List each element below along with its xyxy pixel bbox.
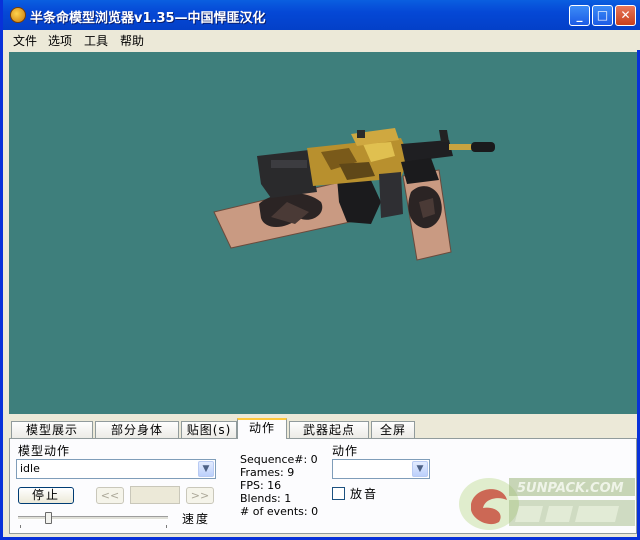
slider-tick (20, 525, 21, 528)
stat-fps: FPS: 16 (240, 479, 282, 492)
app-window: 半条命模型浏览器v1.35—中国悍匪汉化 _ □ ✕ 文件 选项 工具 帮助 模… (0, 0, 640, 540)
stop-button[interactable]: 停止 (18, 487, 74, 504)
menu-tools[interactable]: 工具 (84, 32, 108, 49)
window-title: 半条命模型浏览器v1.35—中国悍匪汉化 (30, 11, 266, 26)
sound-label: 放音 (350, 487, 379, 501)
watermark-text: 5UNPACK.COM (517, 481, 624, 496)
tab-strip: 模型展示 部分身体 贴图(s) 动作 武器起点 全屏 (9, 418, 637, 439)
menu-file[interactable]: 文件 (13, 32, 37, 49)
stat-blends: Blends: 1 (240, 492, 292, 505)
stat-events: # of events: 0 (240, 505, 319, 518)
stat-frames: Frames: 9 (240, 466, 295, 479)
speed-label: 速度 (182, 512, 211, 526)
prev-frame-button[interactable]: << (96, 487, 124, 504)
tab-textures[interactable]: 贴图(s) (181, 421, 237, 438)
watermark-logo: 5UNPACK.COM (449, 470, 637, 534)
tab-model-display[interactable]: 模型展示 (11, 421, 93, 438)
weapon-model (213, 128, 495, 261)
chevron-down-icon[interactable]: ▼ (198, 461, 214, 477)
slider-thumb[interactable] (45, 512, 52, 524)
app-icon (10, 7, 26, 23)
minimize-button[interactable]: _ (569, 5, 590, 26)
menu-options[interactable]: 选项 (48, 32, 72, 49)
next-frame-button[interactable]: >> (186, 487, 214, 504)
slider-tick (166, 525, 167, 528)
menu-help[interactable]: 帮助 (120, 32, 144, 49)
menu-bar: 文件 选项 工具 帮助 (6, 30, 640, 50)
slider-track[interactable] (18, 516, 168, 520)
sequence-select[interactable]: idle ▼ (16, 459, 216, 479)
tab-weapon-origin[interactable]: 武器起点 (289, 421, 369, 438)
sequence-select-value: idle (20, 462, 40, 475)
tab-body-parts[interactable]: 部分身体 (95, 421, 179, 438)
maximize-button[interactable]: □ (592, 5, 613, 26)
stat-sequence: Sequence#: 0 (240, 453, 318, 466)
close-button[interactable]: ✕ (615, 5, 636, 26)
sound-checkbox[interactable] (332, 487, 345, 500)
model-action-label: 模型动作 (18, 444, 71, 458)
tab-fullscreen[interactable]: 全屏 (371, 421, 415, 438)
model-viewport[interactable] (9, 52, 637, 414)
title-bar[interactable]: 半条命模型浏览器v1.35—中国悍匪汉化 _ □ ✕ (3, 0, 640, 30)
action-select[interactable]: ▼ (332, 459, 430, 479)
chevron-down-icon[interactable]: ▼ (412, 461, 428, 477)
tab-sequences[interactable]: 动作 (237, 418, 287, 439)
frame-field[interactable] (130, 486, 180, 504)
action-label: 动作 (332, 444, 359, 458)
